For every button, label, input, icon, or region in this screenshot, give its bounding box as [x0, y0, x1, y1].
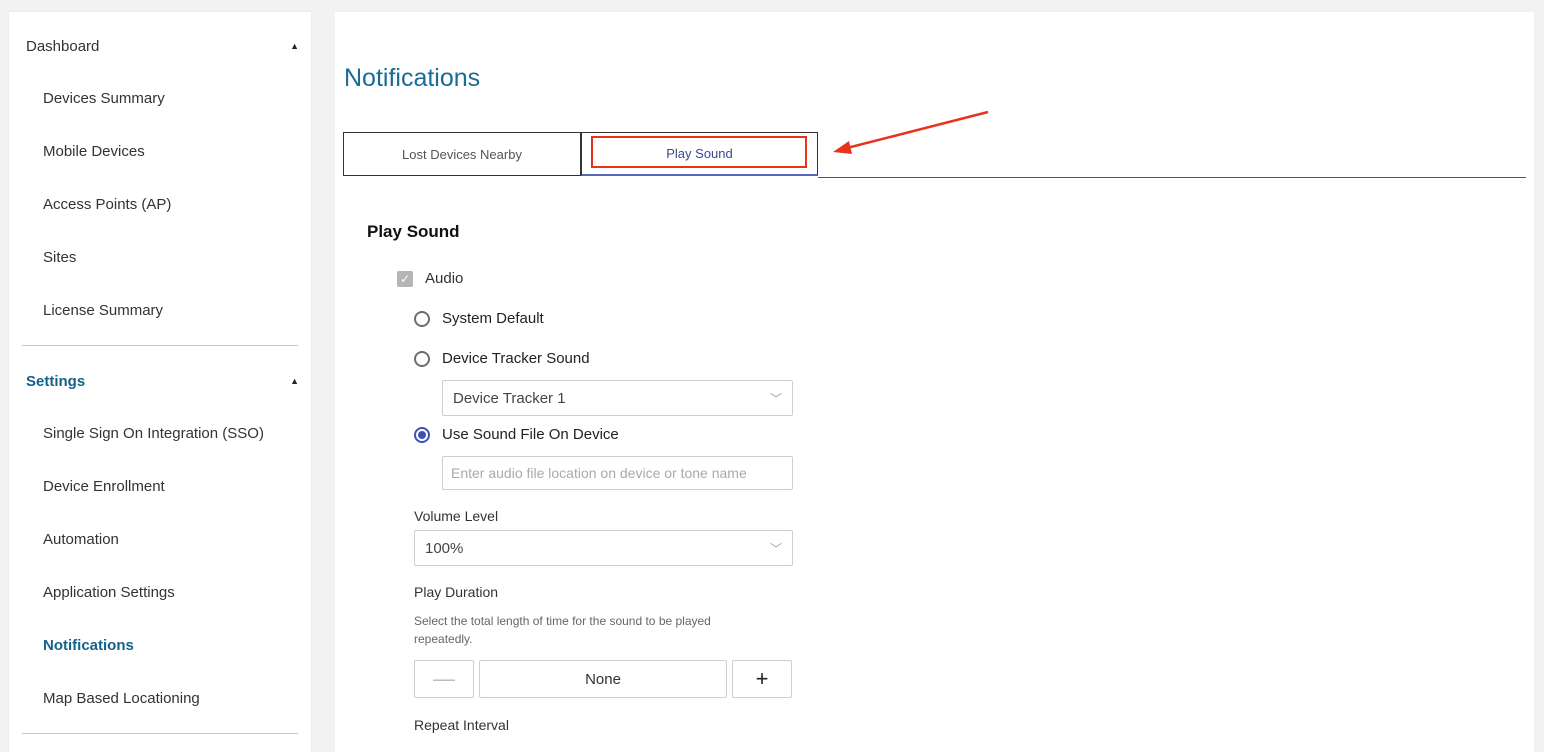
sidebar: Dashboard ▲ Devices Summary Mobile Devic…	[9, 12, 311, 752]
volume-label: Volume Level	[414, 508, 499, 524]
nav-group-label: Dashboard	[26, 37, 100, 55]
sidebar-item-automation[interactable]: Automation	[43, 531, 119, 548]
sidebar-item-sites[interactable]: Sites	[43, 249, 76, 266]
select-value: 100%	[425, 539, 464, 557]
sidebar-item-device-enrollment[interactable]: Device Enrollment	[43, 478, 165, 495]
duration-help-text: Select the total length of time for the …	[414, 614, 711, 646]
radio-button[interactable]	[414, 426, 430, 443]
check-icon[interactable]: ✓	[397, 270, 413, 287]
duration-label: Play Duration	[414, 584, 499, 600]
annotation-arrow-icon	[833, 110, 989, 154]
sidebar-item-license-summary[interactable]: License Summary	[43, 302, 163, 319]
repeat-interval-label: Repeat Interval	[414, 717, 509, 733]
chevron-down-icon: ﹀	[769, 541, 782, 556]
sidebar-item-mobile-devices[interactable]: Mobile Devices	[43, 143, 145, 160]
radio-button[interactable]	[414, 350, 430, 367]
tab-underline	[818, 177, 1526, 178]
section-title: Play Sound	[367, 222, 460, 241]
nav-group-dashboard[interactable]: Dashboard ▲	[26, 36, 299, 56]
page-title: Notifications	[344, 64, 481, 92]
sidebar-divider	[22, 733, 298, 734]
audio-label: Audio	[425, 270, 464, 287]
minus-icon[interactable]: —	[414, 660, 474, 698]
radio-use-sound-file[interactable]: Use Sound File On Device	[414, 426, 619, 443]
radio-label: System Default	[442, 310, 544, 327]
caret-up-icon: ▲	[290, 41, 299, 51]
duration-value: None	[479, 660, 727, 698]
volume-select[interactable]: 100% ﹀	[414, 530, 793, 566]
plus-icon[interactable]: +	[732, 660, 792, 698]
sidebar-item-access-points[interactable]: Access Points (AP)	[43, 196, 171, 213]
sidebar-item-application-settings[interactable]: Application Settings	[43, 584, 175, 601]
radio-system-default[interactable]: System Default	[414, 310, 544, 327]
tab-play-sound[interactable]: Play Sound	[581, 132, 818, 176]
sidebar-divider	[22, 345, 298, 346]
tab-lost-devices-nearby[interactable]: Lost Devices Nearby	[343, 132, 581, 176]
sidebar-item-devices-summary[interactable]: Devices Summary	[43, 90, 165, 107]
chevron-down-icon: ﹀	[769, 391, 782, 406]
nav-group-settings[interactable]: Settings ▲	[26, 371, 299, 391]
radio-label: Use Sound File On Device	[442, 426, 619, 443]
caret-up-icon: ▲	[290, 376, 299, 386]
radio-device-tracker-sound[interactable]: Device Tracker Sound	[414, 350, 590, 367]
main-panel: Notifications Lost Devices Nearby Play S…	[335, 12, 1534, 752]
sound-file-input[interactable]	[442, 456, 793, 490]
sidebar-item-map-based-locationing[interactable]: Map Based Locationing	[43, 690, 200, 707]
select-value: Device Tracker 1	[453, 389, 566, 407]
sidebar-item-notifications[interactable]: Notifications	[43, 637, 134, 654]
audio-checkbox-row[interactable]: ✓ Audio	[397, 270, 463, 287]
radio-button[interactable]	[414, 310, 430, 327]
tracker-sound-select[interactable]: Device Tracker 1 ﹀	[442, 380, 793, 416]
radio-label: Device Tracker Sound	[442, 350, 590, 367]
sidebar-item-sso[interactable]: Single Sign On Integration (SSO)	[43, 425, 264, 442]
nav-group-label: Settings	[26, 372, 86, 390]
